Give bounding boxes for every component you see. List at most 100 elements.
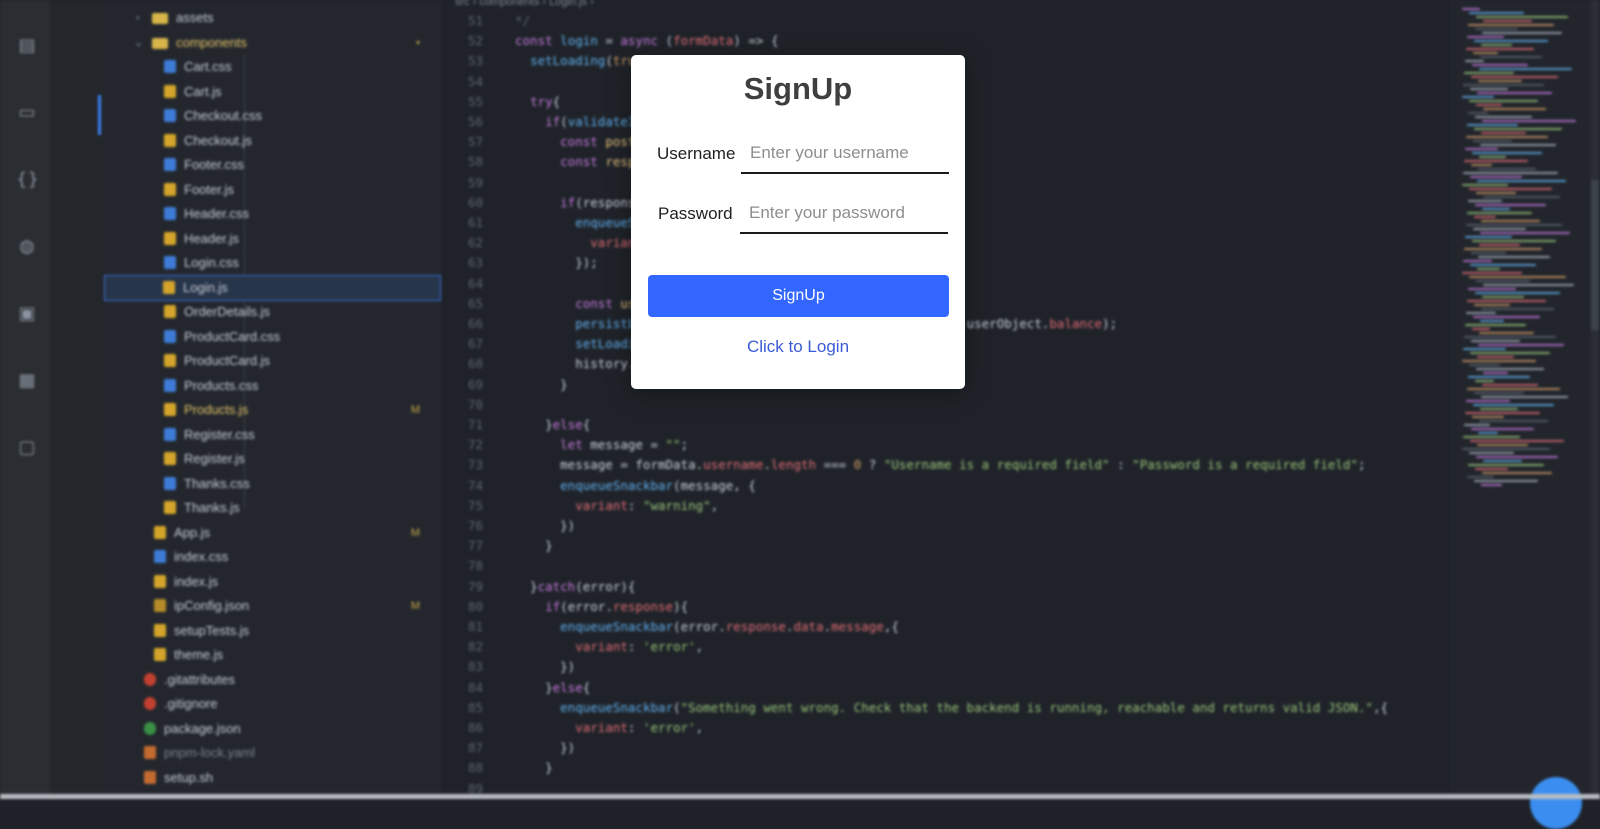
tree-file[interactable]: ProductCard.js [106, 349, 442, 373]
minimap-line [1473, 316, 1540, 318]
js-file-icon [164, 84, 176, 98]
tree-file[interactable]: App.js M [106, 521, 442, 545]
minimap-line [1467, 388, 1560, 390]
tree-file[interactable]: Checkout.css [106, 104, 442, 128]
tree-file[interactable]: Cart.css [106, 55, 442, 79]
minimap-line [1477, 444, 1528, 446]
tree-file[interactable]: pnpm-lock.yaml [106, 741, 442, 765]
line-number: 83 [467, 659, 483, 675]
tree-file[interactable]: .gitignore [106, 692, 442, 716]
minimap-line [1467, 36, 1504, 38]
dialog-title: SignUp [743, 71, 853, 106]
tree-file[interactable]: Footer.js [106, 178, 442, 202]
minimap-line [1480, 232, 1570, 234]
minimap-line [1467, 300, 1546, 302]
tree-file[interactable]: package.json [106, 717, 442, 741]
file-name: pnpm-lock.yaml [164, 745, 256, 760]
minimap-line [1464, 248, 1542, 250]
code-line: 72 let message = ""; [443, 435, 1449, 455]
code-line: 87 }) [443, 738, 1449, 758]
line-number: 52 [467, 33, 483, 49]
tree-file[interactable]: setupTests.js [106, 619, 442, 643]
minimap-line [1469, 188, 1552, 190]
file-name: ipConfig.json [174, 598, 250, 613]
code-line: 81 enqueueSnackbar(error.response.data.m… [443, 617, 1449, 637]
scrollbar-track[interactable] [1591, 0, 1599, 799]
tree-folder-assets[interactable]: › assets [106, 6, 442, 30]
minimap-line [1475, 468, 1508, 470]
tree-file[interactable]: .gitattributes [106, 668, 442, 692]
code-line: 79 }catch(error){ [443, 577, 1449, 597]
tree-file[interactable]: setup.sh [106, 766, 442, 790]
code-line: 73 message = formData.username.length ==… [443, 455, 1449, 475]
js-file-icon [164, 452, 176, 465]
outer-activity-bar: ▤ ▭ {} ◍ ▣ ▦ ▢ [0, 0, 50, 799]
tree-file[interactable]: Register.css [106, 423, 442, 447]
minimap-line [1468, 112, 1488, 114]
globe-icon[interactable]: ◍ [16, 236, 38, 258]
line-number: 79 [467, 578, 483, 594]
file-name: ProductCard.js [184, 353, 270, 368]
minimap-line [1474, 480, 1538, 482]
tree-file[interactable]: theme.js [106, 643, 442, 667]
tree-file[interactable]: Products.css [106, 374, 442, 398]
tree-file[interactable]: index.js [106, 570, 442, 594]
database-icon[interactable]: ▤ [16, 35, 38, 57]
js-file-icon [164, 305, 176, 318]
briefcase-icon[interactable]: ▣ [16, 303, 38, 325]
chat-launcher-button[interactable] [1530, 777, 1582, 829]
minimap-line [1466, 312, 1496, 314]
tree-file[interactable]: Thanks.css [106, 472, 442, 496]
gift-icon[interactable]: ▦ [16, 370, 38, 392]
line-code: enqueueSnackbar(message, { [560, 477, 756, 493]
css-file-icon [164, 109, 176, 122]
tree-file[interactable]: Thanks.js [106, 496, 442, 520]
minimap-line [1477, 268, 1500, 270]
signup-button[interactable]: SignUp [648, 275, 949, 317]
file-name: Login.css [184, 255, 239, 270]
line-code: }) [515, 659, 576, 675]
modified-dot: • [416, 37, 420, 49]
password-input[interactable] [740, 194, 948, 234]
folder-icon [152, 13, 168, 24]
braces-icon[interactable]: {} [16, 169, 39, 191]
tree-file[interactable]: Footer.css [106, 153, 442, 177]
username-input[interactable] [741, 134, 949, 174]
monitor-icon[interactable]: ▭ [16, 102, 38, 124]
tree-file[interactable]: Cart.js [106, 80, 442, 104]
scrollbar-thumb[interactable] [1591, 180, 1599, 330]
minimap-line [1482, 384, 1538, 386]
line-number: 54 [467, 73, 483, 89]
tree-file[interactable]: Header.css [106, 202, 442, 226]
file-name: OrderDetails.js [184, 304, 270, 319]
line-number: 60 [467, 194, 483, 210]
login-link[interactable]: Click to Login [631, 337, 965, 357]
signup-dialog: SignUp Username Password SignUp Click to… [631, 55, 965, 389]
line-number: 67 [467, 336, 483, 352]
minimap[interactable] [1450, 0, 1600, 799]
active-indicator [98, 95, 101, 135]
tree-file[interactable]: Login.js [104, 274, 441, 301]
username-label: Username [657, 144, 736, 163]
tree-file[interactable]: Checkout.js [106, 129, 442, 153]
tree-folder-components[interactable]: ⌄ components • [106, 31, 442, 55]
chat-icon[interactable]: ▢ [16, 437, 38, 459]
tree-file[interactable]: Products.js M [106, 398, 442, 422]
minimap-line [1468, 200, 1502, 202]
code-line: 88 } [443, 758, 1449, 778]
tree-file[interactable]: Header.js [106, 227, 442, 251]
pkg-file-icon [144, 721, 156, 735]
tree-file[interactable]: index.css [106, 545, 442, 569]
tree-file[interactable]: ipConfig.json M [106, 594, 442, 618]
code-line: 52 const login = async (formData) => { [443, 31, 1449, 51]
minimap-line [1477, 92, 1552, 94]
tree-file[interactable]: Register.js [106, 447, 442, 471]
tree-file[interactable]: ProductCard.css [106, 325, 442, 349]
minimap-line [1463, 436, 1520, 438]
tree-file[interactable]: Login.css [106, 251, 442, 275]
minimap-line [1467, 124, 1518, 126]
code-line: 85 enqueueSnackbar("Something went wrong… [443, 698, 1449, 718]
code-line: 82 variant: 'error', [443, 637, 1449, 657]
tree-file[interactable]: OrderDetails.js [106, 300, 442, 324]
line-number: 55 [467, 93, 483, 109]
